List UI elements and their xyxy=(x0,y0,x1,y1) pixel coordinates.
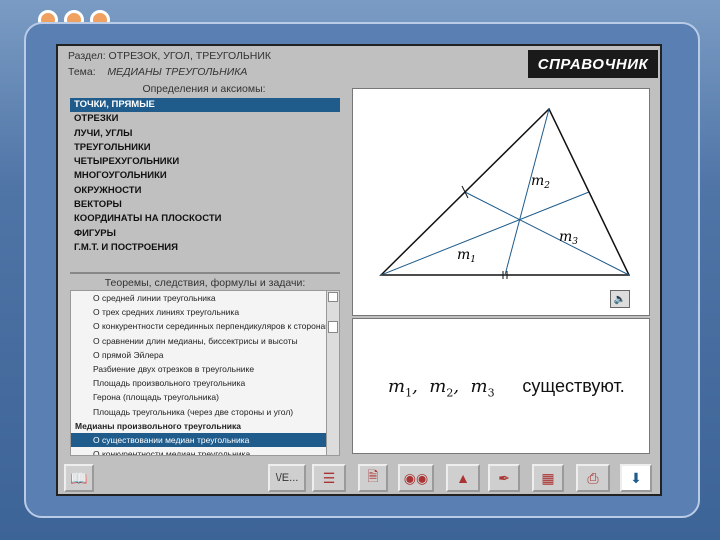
theorem-item[interactable]: Разбиение двух отрезков в треугольнике xyxy=(71,362,339,376)
figure-canvas: m2 m3 m1 xyxy=(352,88,650,316)
theorem-item[interactable]: О прямой Эйлера xyxy=(71,348,339,362)
definition-item[interactable]: ТРЕУГОЛЬНИКИ xyxy=(70,141,340,155)
section-line: Раздел: ОТРЕЗОК, УГОЛ, ТРЕУГОЛЬНИК xyxy=(68,50,271,64)
ruler-button[interactable]: ✒ xyxy=(488,464,520,492)
tick-mark xyxy=(461,185,469,199)
definition-item[interactable]: КООРДИНАТЫ НА ПЛОСКОСТИ xyxy=(70,212,340,226)
printer-button[interactable]: ⎙ xyxy=(576,464,610,492)
theorem-item[interactable]: О конкурентности медиан треугольника xyxy=(71,447,339,455)
chart-button[interactable]: ▲ xyxy=(446,464,480,492)
theorems-list: О средней линии треугольника О трех средн… xyxy=(70,290,340,456)
tick-mark xyxy=(585,185,593,199)
topic-label: Тема: xyxy=(68,66,96,78)
scroll-up-button[interactable] xyxy=(328,292,338,302)
definitions-list: ТОЧКИ, ПРЯМЫЕ ОТРЕЗКИ ЛУЧИ, УГЛЫ ТРЕУГОЛЬНИ… xyxy=(70,98,340,255)
divider xyxy=(70,272,340,274)
definition-item[interactable]: ЛУЧИ, УГЛЫ xyxy=(70,127,340,141)
median-m3 xyxy=(464,191,630,276)
sliders-icon: ☰ xyxy=(322,469,336,486)
document-button[interactable]: 🗎 xyxy=(358,464,388,492)
definition-item[interactable]: МНОГОУГОЛЬНИКИ xyxy=(70,169,340,183)
definition-item[interactable]: ФИГУРЫ xyxy=(70,227,340,241)
label-m1: m1 xyxy=(457,247,476,265)
binoculars-button[interactable]: ◉◉ xyxy=(398,464,434,492)
definition-item[interactable]: ОКРУЖНОСТИ xyxy=(70,184,340,198)
median-m2 xyxy=(380,191,590,276)
ruler-icon: ✒ xyxy=(498,469,510,486)
statement-formula: m1, m2, m3 существуют. xyxy=(388,376,625,400)
app-title: СПРАВОЧНИК xyxy=(528,50,658,78)
definitions-title: Определения и аксиомы: xyxy=(142,83,266,95)
exit-icon: ⬇ xyxy=(630,469,642,486)
statement-text: существуют. xyxy=(522,376,625,396)
definition-item[interactable]: ЧЕТЫРЕХУГОЛЬНИКИ xyxy=(70,155,340,169)
theorem-item[interactable]: Площадь произвольного треугольника xyxy=(71,376,339,390)
bottom-toolbar: 📖 \/Е... ☰ 🗎 ◉◉ ▲ ✒ ▦ ⎙ ⬇ xyxy=(62,464,656,494)
label-m3: m3 xyxy=(559,229,578,247)
table-icon: ▦ xyxy=(541,469,555,486)
list-icon: \/Е... xyxy=(275,472,299,484)
topic-line: Тема: МЕДИАНЫ ТРЕУГОЛЬНИКА xyxy=(68,66,247,80)
chart-icon: ▲ xyxy=(456,470,470,486)
book-icon: 📖 xyxy=(70,469,88,486)
definition-item[interactable]: ТОЧКИ, ПРЯМЫЕ xyxy=(70,98,340,113)
sliders-button[interactable]: ☰ xyxy=(312,464,346,492)
theorem-item[interactable]: О средней линии треугольника xyxy=(71,291,339,305)
app-window: Раздел: ОТРЕЗОК, УГОЛ, ТРЕУГОЛЬНИК Тема:… xyxy=(56,44,662,496)
list-button[interactable]: \/Е... xyxy=(268,464,306,492)
scroll-thumb[interactable] xyxy=(328,321,338,333)
theorem-item[interactable]: О сравнении длин медианы, биссектрисы и … xyxy=(71,334,339,348)
definition-item[interactable]: Г.М.Т. И ПОСТРОЕНИЯ xyxy=(70,241,340,255)
section-label: Раздел: xyxy=(68,50,106,62)
topic-value: МЕДИАНЫ ТРЕУГОЛЬНИКА xyxy=(107,66,248,78)
theorem-item[interactable]: Герона (площадь треугольника) xyxy=(71,390,339,404)
section-value: ОТРЕЗОК, УГОЛ, ТРЕУГОЛЬНИК xyxy=(108,50,272,62)
binoculars-icon: ◉◉ xyxy=(403,469,429,486)
theorems-title: Теоремы, следствия, формулы и задачи: xyxy=(104,277,306,289)
definition-item[interactable]: ОТРЕЗКИ xyxy=(70,112,340,126)
theorems-scrollbar[interactable] xyxy=(326,291,339,455)
theorem-group-header[interactable]: Медианы произвольного треугольника xyxy=(71,419,339,433)
label-m2: m2 xyxy=(531,173,550,191)
theorem-item[interactable]: О трех средних линиях треугольника xyxy=(71,305,339,319)
triangle-figure: m2 m3 m1 xyxy=(379,107,631,279)
printer-icon: ⎙ xyxy=(587,469,599,486)
triangle xyxy=(379,107,631,276)
table-button[interactable]: ▦ xyxy=(532,464,564,492)
theorem-item[interactable]: О существовании медиан треугольника xyxy=(71,432,339,448)
book-button[interactable]: 📖 xyxy=(64,464,94,492)
theorem-item[interactable]: Площадь треугольника (через две стороны … xyxy=(71,405,339,419)
median-m1 xyxy=(504,108,550,276)
exit-button[interactable]: ⬇ xyxy=(620,464,652,492)
definition-item[interactable]: ВЕКТОРЫ xyxy=(70,198,340,212)
speaker-icon[interactable]: 🔈 xyxy=(610,290,630,308)
definitions-panel: Определения и аксиомы: xyxy=(68,82,340,96)
document-icon: 🗎 xyxy=(367,468,379,484)
theorem-item[interactable]: О конкурентности серединных перпендикуля… xyxy=(71,319,339,333)
